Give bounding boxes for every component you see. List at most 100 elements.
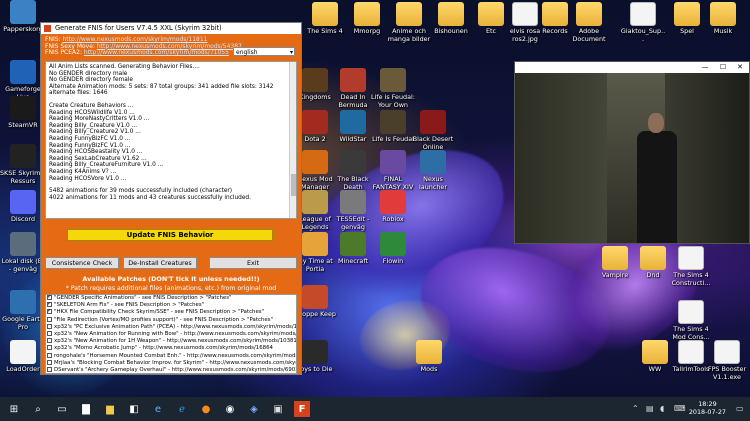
- log-line: Reading HCOSBeastality V1.0 ...: [49, 149, 143, 156]
- mods-icon[interactable]: Mods: [406, 340, 452, 374]
- patch-checkbox[interactable]: [47, 302, 52, 307]
- taskbar: ⊞ ⌕ ▭ ▇ ▆ ◧ e ℯ ● ◉ ◈ ▣ F ⌃ ▤ ◖ ⌨ 18:29 …: [0, 397, 750, 421]
- anime-manga-glyph-icon: [396, 2, 422, 26]
- patch-checkbox[interactable]: [47, 295, 52, 300]
- video-person: [637, 131, 677, 243]
- gameforge-glyph-icon: [10, 60, 36, 84]
- video-titlebar[interactable]: — ☐ ✕: [515, 62, 749, 73]
- fnis-titlebar[interactable]: Generate FNIS for Users V7.4.5 XXL (Skyr…: [41, 23, 301, 34]
- life-is-feudal-your-own-icon[interactable]: Life is Feudal: Your Own: [370, 68, 416, 109]
- desktop-icon-label: Musik: [713, 27, 733, 35]
- skse-glyph-icon: [10, 144, 36, 168]
- start-windows-icon[interactable]: ⊞: [6, 401, 22, 417]
- dead-in-bermuda-glyph-icon: [340, 68, 366, 92]
- patch-checkbox[interactable]: [47, 352, 52, 358]
- etc-glyph-icon: [478, 2, 504, 26]
- patch-row[interactable]: "GENDER Specific Animations" - see FNIS …: [46, 295, 296, 302]
- adobe-icon[interactable]: Adobe Document: [566, 2, 612, 43]
- fnis-links: FNIS: http://www.nexusmods.com/skyrim/mo…: [45, 36, 242, 57]
- log-line: All Anim Lists scanned. Generating Behav…: [49, 64, 200, 70]
- nexus-mod-manager-glyph-icon: [302, 150, 328, 174]
- edge-icon[interactable]: e: [150, 401, 166, 417]
- fnis-log[interactable]: All Anim Lists scanned. Generating Behav…: [45, 61, 297, 219]
- desktop-icon-label: Anime och manga bilder: [387, 27, 431, 43]
- log-scrollbar[interactable]: [289, 62, 296, 218]
- patch-checkbox[interactable]: [47, 338, 52, 344]
- patch-row[interactable]: xp32's "PC Exclusive Animation Path" (PC…: [46, 323, 296, 331]
- glaktou-icon[interactable]: Glaktou_Sup...: [620, 2, 666, 43]
- firefox-icon[interactable]: ●: [198, 401, 214, 417]
- steam-icon[interactable]: ◉: [222, 401, 238, 417]
- language-select[interactable]: english ▾: [233, 47, 295, 56]
- minimize-button[interactable]: —: [697, 62, 713, 73]
- consistence-check-button[interactable]: Consistence Check: [45, 257, 119, 269]
- patch-row[interactable]: "HKX File Compatibility Check Skyrim/SSE…: [46, 309, 296, 316]
- fps-booster-icon[interactable]: FPS Booster V1.1.exe: [704, 340, 750, 381]
- update-fnis-behavior-button[interactable]: Update FNIS Behavior: [67, 229, 273, 241]
- flowin-icon[interactable]: Flowin: [370, 232, 416, 266]
- roblox-icon[interactable]: Roblox: [370, 190, 416, 224]
- fnis-pcea2-link[interactable]: http://www.nexusmods.com/skyrim/mods/710…: [84, 49, 229, 56]
- patch-row[interactable]: DServant's "Archery Gameplay Overhaul" -…: [46, 366, 296, 373]
- patch-row[interactable]: xp32's "New Animation for Running with B…: [46, 330, 296, 338]
- maximize-button[interactable]: ☐: [715, 62, 731, 73]
- search-icon[interactable]: ⌕: [30, 401, 46, 417]
- internet-explorer-icon[interactable]: ℯ: [174, 401, 190, 417]
- deinstall-creatures-button[interactable]: De-Install Creatures: [123, 257, 197, 269]
- patch-row[interactable]: "File Redirection (Vortex/MO profiles su…: [46, 316, 296, 324]
- patch-row[interactable]: Mrjlaa's "Blocking Combat Behavior Impro…: [46, 359, 296, 367]
- desktop-icon-label: Adobe Document: [572, 27, 606, 43]
- nexus-launcher-icon[interactable]: Nexus launcher: [410, 150, 456, 191]
- patch-checkbox[interactable]: [47, 359, 52, 365]
- black-desert-icon[interactable]: Black Desert Online: [410, 110, 456, 151]
- patch-checkbox[interactable]: [47, 330, 52, 336]
- desktop-icon-label: Flowin: [382, 257, 404, 265]
- patch-checkbox[interactable]: [47, 366, 52, 372]
- boys-to-die-glyph-icon: [302, 340, 328, 364]
- patch-label: "GENDER Specific Animations" - see FNIS …: [54, 295, 232, 301]
- tray-chevron-icon[interactable]: ⌃: [632, 404, 639, 413]
- the-sims-4-mod-icon[interactable]: The Sims 4 Mod Cons...: [668, 300, 714, 341]
- musik-icon[interactable]: Musik: [700, 2, 746, 36]
- patch-checkbox[interactable]: [47, 323, 52, 329]
- patch-row[interactable]: rongohale's "Horsemen Mounted Combat Enh…: [46, 352, 296, 360]
- mmorpg-icon[interactable]: Mmorpg: [344, 2, 390, 36]
- patch-label: rongohale's "Horsemen Mounted Combat Enh…: [54, 352, 296, 359]
- glaktou-glyph-icon: [630, 2, 656, 26]
- log-line: 4022 animations for 11 mods and 43 creat…: [49, 194, 251, 201]
- app-icon[interactable]: ◈: [246, 401, 262, 417]
- network-icon[interactable]: ▤: [646, 404, 654, 413]
- store-icon[interactable]: ◧: [126, 401, 142, 417]
- patch-checkbox[interactable]: [47, 316, 52, 322]
- notifications-icon[interactable]: ▭: [736, 404, 744, 413]
- log-line: Reading HCOSWildlife V1.0 ...: [49, 109, 135, 116]
- log-scrollbar-thumb[interactable]: [291, 174, 296, 197]
- volume-icon[interactable]: ◖: [660, 404, 664, 413]
- fnis-taskbar-icon[interactable]: F: [294, 401, 310, 417]
- tallrimtools-glyph-icon: [678, 340, 704, 364]
- close-button[interactable]: ✕: [732, 62, 748, 73]
- patch-checkbox[interactable]: [47, 345, 52, 351]
- patch-row[interactable]: xp32's "Momo Acrobatic Jump" - http://ww…: [46, 345, 296, 352]
- patch-row[interactable]: xp32's "New Animation for 1H Weapon" - h…: [46, 338, 296, 345]
- exit-button[interactable]: Exit: [209, 257, 297, 269]
- patch-row[interactable]: "SKELETON Arm Fix" - see FNIS Descriptio…: [46, 302, 296, 309]
- the-sims-4-glyph-icon: [312, 2, 338, 26]
- log-line: Reading FunnyBizFC V1.0 ...: [49, 135, 131, 142]
- folder-icon[interactable]: ▆: [102, 401, 118, 417]
- the-sims-4-constructi-icon[interactable]: The Sims 4 Constructi...: [668, 246, 714, 287]
- file-explorer-icon[interactable]: ▇: [78, 401, 94, 417]
- video-frame[interactable]: [515, 73, 749, 243]
- patch-label: xp32's "New Animation for Running with B…: [54, 330, 296, 337]
- language-icon[interactable]: ⌨: [674, 404, 686, 413]
- patch-checkbox[interactable]: [47, 309, 52, 315]
- desktop-icon-label: Mmorpg: [353, 27, 381, 35]
- anime-manga-icon[interactable]: Anime och manga bilder: [386, 2, 432, 43]
- log-line: No GENDER directory female: [49, 77, 133, 84]
- task-view-icon[interactable]: ▭: [54, 401, 70, 417]
- loadorder-glyph-icon: [10, 340, 36, 364]
- app2-icon[interactable]: ▣: [270, 401, 286, 417]
- log-line: No GENDER directory male: [49, 70, 128, 77]
- clock[interactable]: 18:29 2018-07-27: [689, 400, 726, 416]
- the-sims-4-icon[interactable]: The Sims 4: [302, 2, 348, 36]
